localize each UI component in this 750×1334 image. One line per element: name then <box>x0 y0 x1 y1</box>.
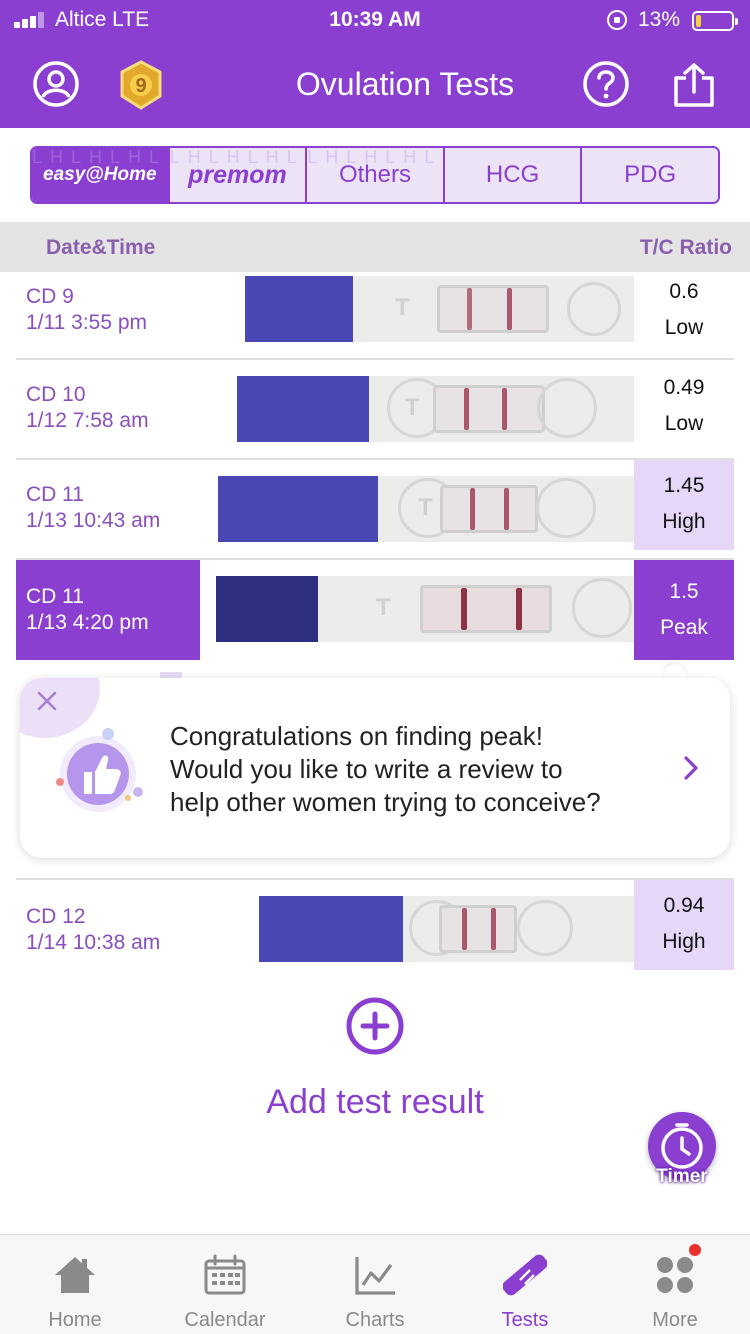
column-header: Date&Time T/C Ratio <box>0 222 750 272</box>
row-date: CD 10 1/12 7:58 am <box>26 383 149 432</box>
tab-calendar[interactable]: Calendar <box>150 1235 300 1334</box>
status-bar: Altice LTE 10:39 AM 13% <box>0 0 750 40</box>
ratio-cell: 1.45 High <box>634 460 734 550</box>
ratio-cell: 0.94 High <box>634 880 734 970</box>
row-date: CD 9 1/11 3:55 pm <box>26 285 148 334</box>
share-icon[interactable] <box>672 62 716 108</box>
tab-label: Home <box>48 1309 102 1331</box>
tab-easy-at-home[interactable]: LHLHLHLHLHLHLHLH easy@Home <box>32 148 170 202</box>
tab-home[interactable]: Home <box>0 1235 150 1334</box>
decor-dot <box>664 664 686 678</box>
tab-more[interactable]: More <box>600 1235 750 1334</box>
datetime-column-label: Date&Time <box>46 236 156 259</box>
tab-label: Charts <box>345 1309 405 1331</box>
chart-icon <box>355 1257 395 1295</box>
ratio-cell: 1.5 Peak <box>634 560 734 660</box>
tab-label: More <box>652 1309 698 1331</box>
test-row[interactable]: CD 11 1/13 10:43 am T 1.45 High <box>0 460 750 558</box>
tab-label: Calendar <box>184 1309 266 1331</box>
test-row[interactable]: CD 12 1/14 10:38 am 0.94 High <box>0 880 750 970</box>
tab-hcg[interactable]: HCG <box>444 148 583 202</box>
review-prompt-card[interactable]: Congratulations on finding peak! Would y… <box>20 678 730 858</box>
chevron-right-icon[interactable] <box>682 754 700 782</box>
tab-label: Tests <box>501 1309 549 1331</box>
test-strip-image[interactable]: T <box>237 376 634 442</box>
battery-icon <box>692 11 738 31</box>
test-strip-image[interactable] <box>259 896 634 962</box>
add-circle-icon[interactable] <box>345 996 405 1056</box>
ratio-column-label: T/C Ratio <box>639 236 732 259</box>
tab-pdg[interactable]: PDG <box>582 148 718 202</box>
close-icon[interactable] <box>34 688 60 714</box>
help-icon[interactable] <box>582 60 630 108</box>
test-row[interactable]: CD 9 1/11 3:55 pm T 0.6 Low <box>0 272 750 362</box>
timer-label: Timer <box>656 1166 708 1187</box>
test-strip-image[interactable]: T <box>216 576 634 642</box>
tab-premom[interactable]: LHLHLHLHLHLHLHLH premom <box>169 148 308 202</box>
home-icon <box>55 1257 95 1293</box>
page-title: Ovulation Tests <box>295 66 515 102</box>
thumbs-up-icon <box>56 728 143 812</box>
add-test-label[interactable]: Add test result <box>0 1083 750 1122</box>
bottom-tab-bar: Home Calendar Charts Tests More <box>0 1234 750 1334</box>
row-date: CD 11 1/13 10:43 am <box>26 483 161 532</box>
test-strip-image[interactable]: T <box>218 476 634 542</box>
calendar-icon <box>204 1254 246 1295</box>
more-icon <box>657 1257 693 1293</box>
app-header: Altice LTE 10:39 AM 13% 9 Ovulation Test… <box>0 0 750 128</box>
tab-others[interactable]: LHLHLHLHLHLHLHLH Others <box>307 148 445 202</box>
tab-tests[interactable]: Tests <box>450 1235 600 1334</box>
orientation-lock-icon <box>607 10 627 30</box>
test-strip-image[interactable]: T <box>245 276 634 342</box>
nav-bar: 9 Ovulation Tests <box>0 40 750 128</box>
row-date: CD 12 1/14 10:38 am <box>26 905 161 954</box>
tab-charts[interactable]: Charts <box>300 1235 450 1334</box>
ratio-cell: 0.6 Low <box>634 272 734 362</box>
battery-percent: 13% <box>638 8 681 31</box>
test-row[interactable]: CD 10 1/12 7:58 am T 0.49 Low <box>0 360 750 458</box>
brand-tabs: LHLHLHLHLHLHLHLH easy@Home LHLHLHLHLHLHL… <box>30 146 720 204</box>
test-strip-icon <box>503 1254 547 1296</box>
add-test-result[interactable]: Add test result <box>0 996 750 1122</box>
timer-button[interactable]: Timer <box>648 1112 716 1187</box>
row-date: CD 11 1/13 4:20 pm <box>26 585 149 634</box>
test-row-peak[interactable]: CD 11 1/13 4:20 pm T 1.5 Peak <box>0 560 750 660</box>
review-message: Congratulations on finding peak! Would y… <box>170 721 601 817</box>
notification-dot <box>689 1244 701 1256</box>
ratio-cell: 0.49 Low <box>634 362 734 452</box>
